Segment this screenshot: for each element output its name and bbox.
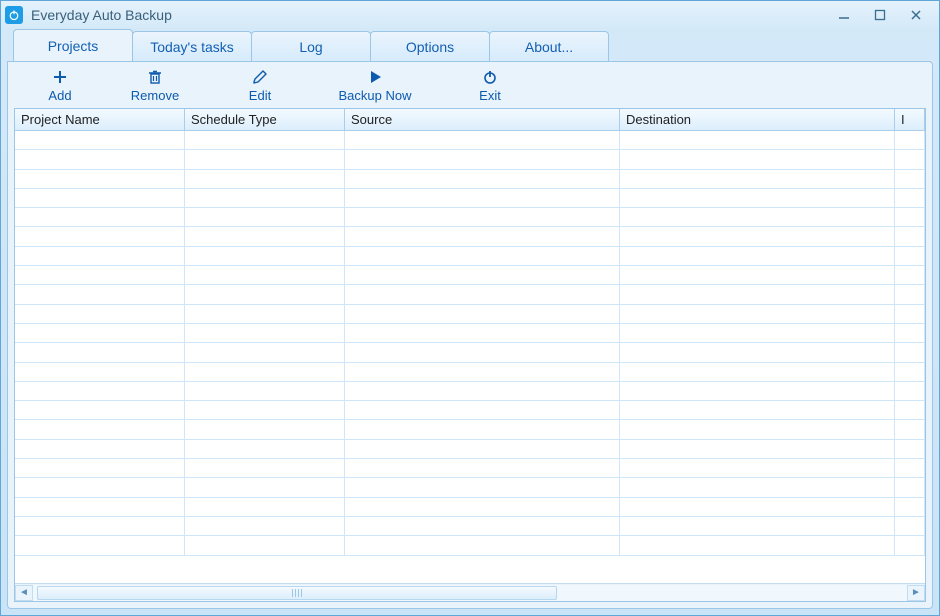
tab-log[interactable]: Log xyxy=(251,31,371,61)
tab-todays-tasks[interactable]: Today's tasks xyxy=(132,31,252,61)
tab-options[interactable]: Options xyxy=(370,31,490,61)
projects-grid: Project Name Schedule Type Source Destin… xyxy=(14,108,926,602)
table-row[interactable] xyxy=(15,227,925,246)
table-row[interactable] xyxy=(15,459,925,478)
minimize-button[interactable] xyxy=(833,6,855,24)
toolbar: Add Remove Edit Backup Now Exit xyxy=(8,62,932,108)
tab-about[interactable]: About... xyxy=(489,31,609,61)
add-button[interactable]: Add xyxy=(20,68,100,103)
table-row[interactable] xyxy=(15,343,925,362)
table-row[interactable] xyxy=(15,401,925,420)
tab-panel: Add Remove Edit Backup Now Exit xyxy=(7,61,933,609)
trash-icon xyxy=(147,68,163,86)
scroll-grip-icon xyxy=(291,589,303,597)
table-row[interactable] xyxy=(15,324,925,343)
client-area: Projects Today's tasks Log Options About… xyxy=(7,29,933,609)
table-row[interactable] xyxy=(15,305,925,324)
table-row[interactable] xyxy=(15,478,925,497)
tab-label: Projects xyxy=(48,38,99,54)
column-project-name[interactable]: Project Name xyxy=(15,109,185,130)
table-row[interactable] xyxy=(15,363,925,382)
window-controls xyxy=(833,6,935,24)
toolbar-label: Backup Now xyxy=(339,88,412,103)
plus-icon xyxy=(52,68,68,86)
tab-label: Today's tasks xyxy=(150,39,234,55)
grid-header: Project Name Schedule Type Source Destin… xyxy=(15,109,925,131)
edit-button[interactable]: Edit xyxy=(210,68,310,103)
grid-body[interactable] xyxy=(15,131,925,583)
scroll-right-button[interactable]: ► xyxy=(907,585,925,601)
horizontal-scrollbar[interactable]: ◄ ► xyxy=(15,583,925,601)
close-button[interactable] xyxy=(905,6,927,24)
table-row[interactable] xyxy=(15,420,925,439)
table-row[interactable] xyxy=(15,517,925,536)
table-row[interactable] xyxy=(15,382,925,401)
scroll-thumb[interactable] xyxy=(37,586,557,600)
tab-projects[interactable]: Projects xyxy=(13,29,133,61)
power-icon xyxy=(482,68,498,86)
table-row[interactable] xyxy=(15,498,925,517)
backup-now-button[interactable]: Backup Now xyxy=(310,68,440,103)
column-schedule-type[interactable]: Schedule Type xyxy=(185,109,345,130)
tab-label: About... xyxy=(525,39,573,55)
table-row[interactable] xyxy=(15,536,925,555)
toolbar-label: Remove xyxy=(131,88,179,103)
pencil-icon xyxy=(252,68,268,86)
table-row[interactable] xyxy=(15,131,925,150)
tab-label: Log xyxy=(299,39,322,55)
remove-button[interactable]: Remove xyxy=(100,68,210,103)
toolbar-label: Add xyxy=(48,88,71,103)
window-title: Everyday Auto Backup xyxy=(31,7,833,23)
table-row[interactable] xyxy=(15,247,925,266)
table-row[interactable] xyxy=(15,170,925,189)
table-row[interactable] xyxy=(15,150,925,169)
titlebar[interactable]: Everyday Auto Backup xyxy=(1,1,939,29)
maximize-button[interactable] xyxy=(869,6,891,24)
table-row[interactable] xyxy=(15,208,925,227)
play-icon xyxy=(367,68,383,86)
table-row[interactable] xyxy=(15,285,925,304)
tabstrip: Projects Today's tasks Log Options About… xyxy=(7,29,933,61)
tab-label: Options xyxy=(406,39,454,55)
app-window: Everyday Auto Backup Projects Today's ta… xyxy=(0,0,940,616)
toolbar-label: Edit xyxy=(249,88,271,103)
column-destination[interactable]: Destination xyxy=(620,109,895,130)
column-source[interactable]: Source xyxy=(345,109,620,130)
scroll-left-button[interactable]: ◄ xyxy=(15,585,33,601)
table-row[interactable] xyxy=(15,266,925,285)
table-row[interactable] xyxy=(15,440,925,459)
scroll-track[interactable] xyxy=(33,585,907,601)
exit-button[interactable]: Exit xyxy=(440,68,540,103)
toolbar-label: Exit xyxy=(479,88,501,103)
column-overflow[interactable]: I xyxy=(895,109,925,130)
app-icon xyxy=(5,6,23,24)
table-row[interactable] xyxy=(15,189,925,208)
